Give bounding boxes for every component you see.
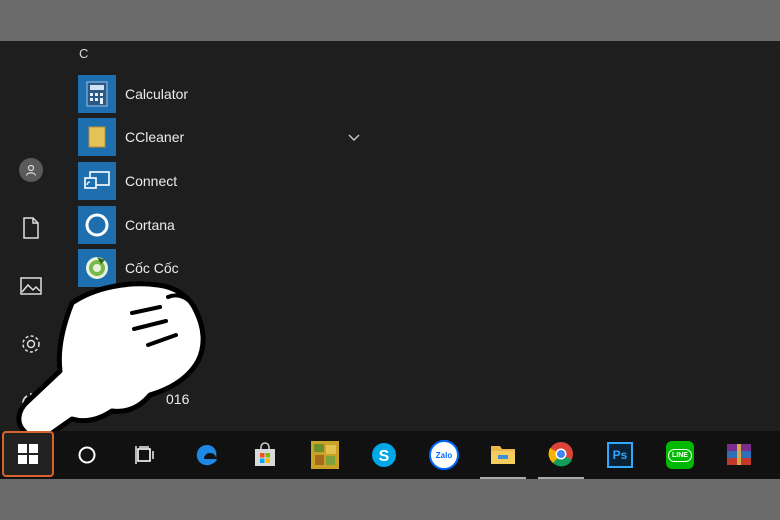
chrome-icon[interactable]	[538, 431, 584, 479]
edge-icon[interactable]	[186, 431, 228, 479]
pointing-hand-icon	[16, 281, 206, 440]
ps-text: Ps	[612, 448, 628, 462]
zalo-icon[interactable]: Zalo	[422, 431, 466, 479]
line-icon[interactable]: LINE	[658, 431, 702, 479]
taskbar: S Zalo Ps LINE	[0, 431, 780, 479]
store-icon[interactable]	[244, 431, 286, 479]
skype-icon[interactable]: S	[363, 431, 405, 479]
winrar-icon[interactable]	[716, 431, 762, 479]
file-explorer-icon[interactable]	[480, 431, 526, 479]
cortana-search-icon[interactable]	[66, 431, 108, 479]
desktop-screen: C Calculator CCleaner Connect Cortana Cố…	[0, 41, 780, 479]
photoshop-icon[interactable]: Ps	[598, 431, 642, 479]
svg-text:S: S	[379, 448, 390, 465]
start-menu: C Calculator CCleaner Connect Cortana Cố…	[0, 41, 780, 440]
game-icon[interactable]	[304, 431, 346, 479]
task-view-icon[interactable]	[124, 431, 166, 479]
windows-start-icon[interactable]	[2, 431, 54, 477]
line-text: LINE	[668, 448, 692, 462]
zalo-text: Zalo	[435, 450, 453, 460]
chevron-down-icon[interactable]	[348, 129, 360, 147]
